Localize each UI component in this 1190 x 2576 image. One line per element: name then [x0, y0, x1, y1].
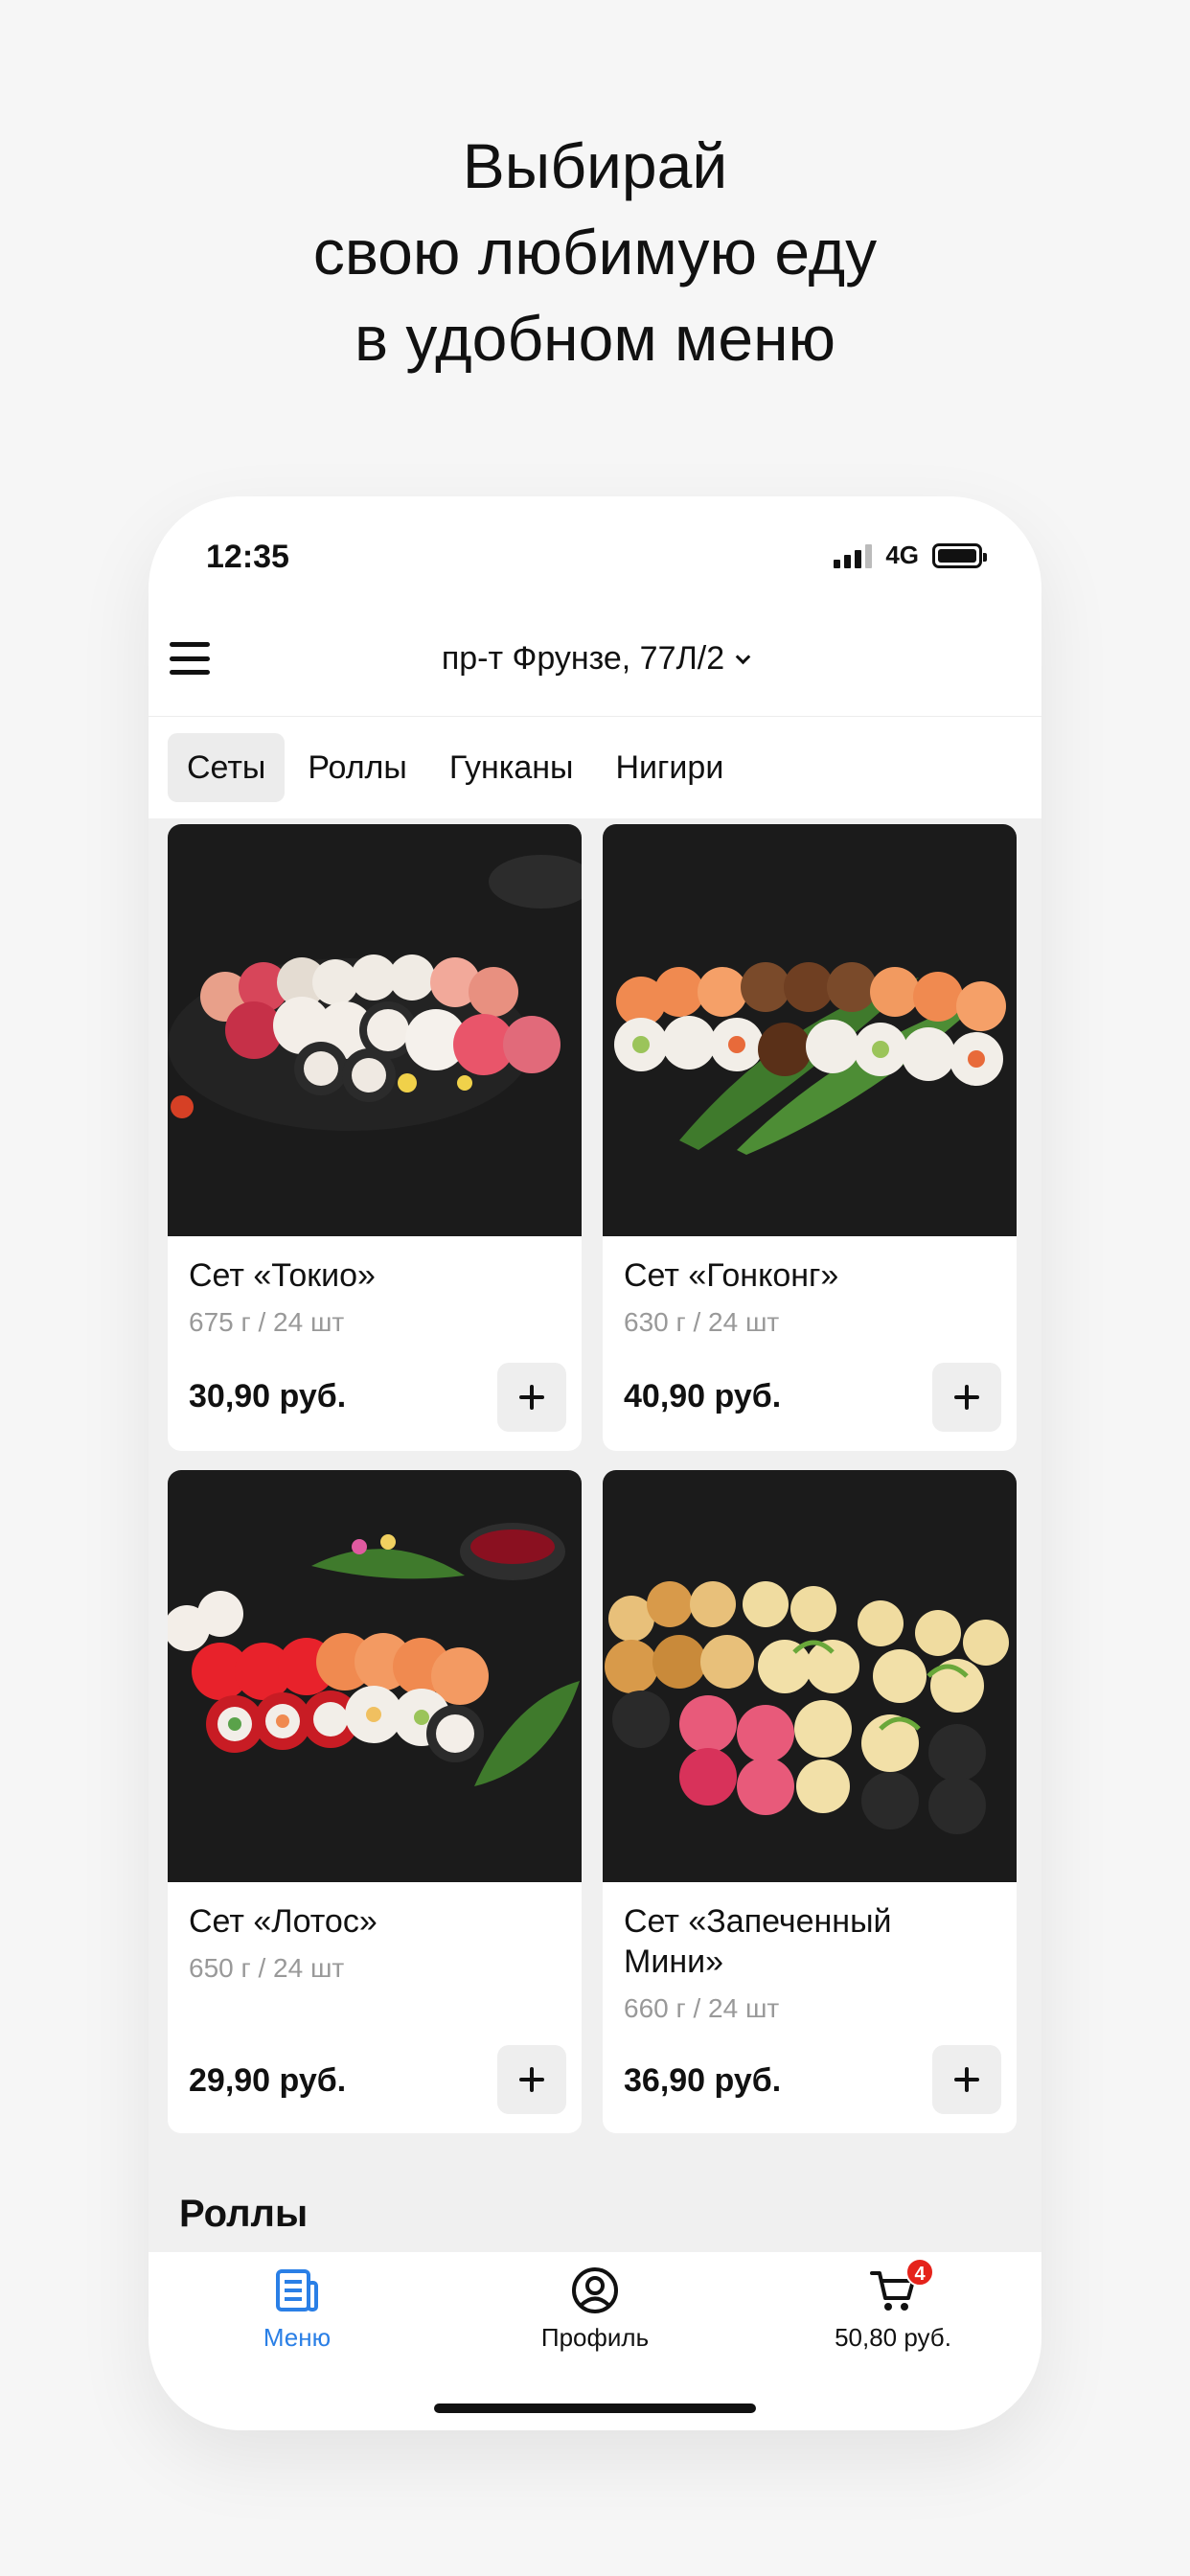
category-tabs: Сеты Роллы Гунканы Нигири	[149, 717, 1041, 818]
status-indicators: 4G	[834, 540, 987, 570]
tab-nigiri[interactable]: Нигири	[596, 733, 743, 802]
product-card[interactable]: Сет «Запеченный Мини» 660 г / 24 шт 36,9…	[603, 1470, 1017, 2133]
status-time: 12:35	[206, 539, 289, 575]
product-weight: 660 г / 24 шт	[624, 1993, 780, 2023]
signal-bars-icon	[834, 543, 873, 568]
top-navbar: пр-т Фрунзе, 77Л/2	[149, 602, 1041, 717]
tab-sets[interactable]: Сеты	[168, 733, 286, 802]
headline-line-1: Выбирай	[462, 130, 728, 201]
product-card[interactable]: Сет «Токио» 675 г / 24 шт 30,90 руб.	[168, 824, 582, 1451]
add-to-cart-button[interactable]	[497, 2045, 566, 2114]
product-image	[603, 824, 1017, 1236]
add-to-cart-button[interactable]	[497, 1363, 566, 1432]
product-weight: 675 г / 24 шт	[189, 1307, 345, 1337]
chevron-down-icon	[735, 649, 751, 665]
add-to-cart-button[interactable]	[932, 2045, 1001, 2114]
tab-rolls[interactable]: Роллы	[288, 733, 425, 802]
product-card[interactable]: Сет «Лотос» 650 г / 24 шт 29,90 руб.	[168, 1470, 582, 2133]
product-price: 29,90 руб.	[189, 2062, 347, 2099]
cart-total-label: 50,80 руб.	[835, 2323, 951, 2352]
section-title: Роллы	[179, 2193, 309, 2235]
tab-cart[interactable]: 4 50,80 руб.	[744, 2252, 1041, 2367]
status-bar: 12:35 4G	[149, 496, 1041, 602]
promo-headline: Выбирай свою любимую еду в удобном меню	[0, 123, 1190, 381]
product-name-line-2: Мини»	[624, 1944, 723, 1980]
network-type: 4G	[885, 540, 919, 569]
bottom-tab-bar: Меню Профиль 4 50,80 руб.	[149, 2252, 1041, 2430]
product-weight: 650 г / 24 шт	[189, 1953, 345, 1983]
product-name: Сет «Запеченный Мини»	[624, 1901, 892, 1982]
tab-profile[interactable]: Профиль	[446, 2252, 744, 2367]
product-price: 30,90 руб.	[189, 1378, 347, 1414]
tab-profile-label: Профиль	[540, 2323, 650, 2352]
product-price: 36,90 руб.	[624, 2062, 782, 2099]
product-image	[168, 824, 582, 1236]
address-text: пр-т Фрунзе, 77Л/2	[441, 640, 725, 677]
add-to-cart-button[interactable]	[932, 1363, 1001, 1432]
tab-gunkans[interactable]: Гунканы	[430, 733, 593, 802]
phone-screen: 12:35 4G пр-т Фрунзе, 77Л/2 Сеты Роллы Г…	[149, 496, 1041, 2430]
product-image	[168, 1470, 582, 1882]
tab-menu-label: Меню	[263, 2323, 332, 2352]
menu-document-icon	[276, 2269, 318, 2312]
product-name-line-1: Сет «Запеченный	[624, 1903, 892, 1940]
product-weight: 630 г / 24 шт	[624, 1307, 780, 1337]
product-name: Сет «Лотос»	[189, 1903, 378, 1940]
battery-icon	[932, 542, 987, 568]
product-price: 40,90 руб.	[624, 1378, 782, 1414]
address-selector[interactable]: пр-т Фрунзе, 77Л/2	[149, 640, 1041, 678]
profile-icon	[572, 2267, 618, 2313]
headline-line-3: в удобном меню	[354, 303, 836, 374]
product-card[interactable]: Сет «Гонконг» 630 г / 24 шт 40,90 руб.	[603, 824, 1017, 1451]
product-name: Сет «Токио»	[189, 1257, 376, 1294]
headline-line-2: свою любимую еду	[312, 217, 878, 288]
tab-menu[interactable]: Меню	[149, 2252, 446, 2367]
product-image	[603, 1470, 1017, 1882]
product-name: Сет «Гонконг»	[624, 1257, 839, 1294]
cart-count-badge: 4	[905, 2258, 934, 2287]
home-indicator	[434, 2404, 756, 2413]
